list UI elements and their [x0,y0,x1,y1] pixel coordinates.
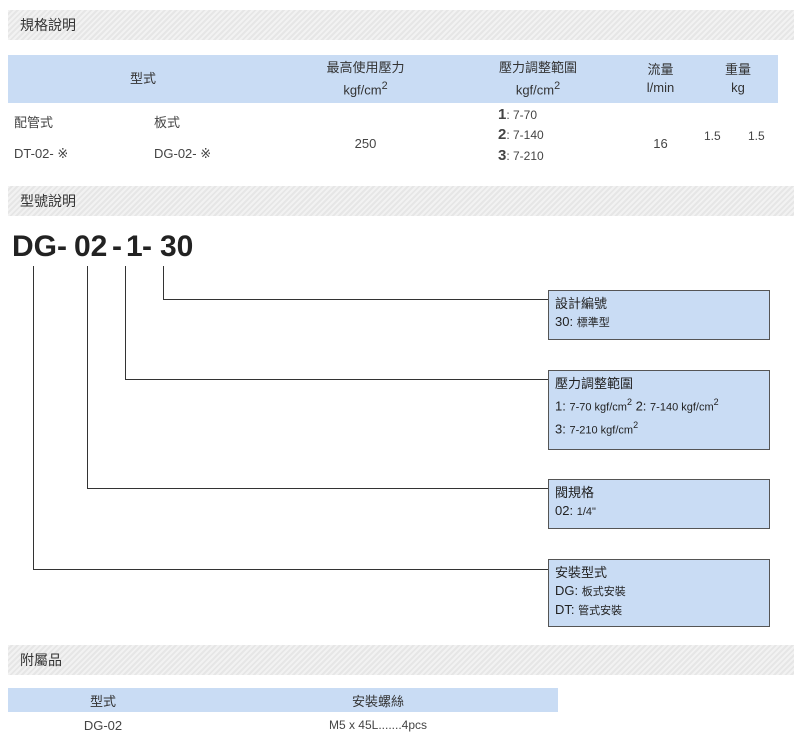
box-mount-k1: DG: [555,583,579,598]
connector-design-v [163,266,164,300]
box-size-val: 1/4" [576,506,596,518]
box-mount-type: 安裝型式 DG: 板式安裝 DT: 管式安裝 [548,559,770,627]
spec-cell-flow: 16 [653,135,668,151]
spec-plate-model: DG-02- ※ [154,146,212,161]
spec-cell-weight [698,103,778,183]
spec-cell-pressure-range [453,103,623,183]
box-design-title: 設計編號 [555,296,608,311]
model-code-design: 30 [160,230,194,263]
spec-weight-plate: 1.5 [748,129,765,143]
connector-design-h [163,299,548,300]
acc-cell-type: DG-02 [83,717,123,733]
model-code-dash-2: - [112,230,122,263]
box-pressure-v1: 7-70 kgf/cm [569,401,627,414]
spec-cell-max-pressure: 250 [354,135,377,151]
spec-range-2: 2: 7-140 [498,126,544,143]
connector-pressure-v [125,266,126,380]
spec-header-pressure-range: 壓力調整範圍 kgf/cm2 [453,55,623,103]
connector-size-v [87,266,88,489]
section-header-accessories: 附屬品 [8,645,794,675]
box-valve-size: 閥規格 02: 1/4" [548,479,770,529]
spec-header-max-pressure: 最高使用壓力 kgf/cm2 [278,55,453,103]
box-pressure-v2: 7-140 kgf/cm [650,401,714,414]
accessories-table: 型式 安裝螺絲 DG-02 M5 x 45L.......4pcs [8,688,558,738]
model-code-series: DG [12,230,57,263]
box-size-key: 02: [555,503,574,518]
box-pressure-k1: 1: [555,398,566,414]
box-mount-title: 安裝型式 [555,565,608,580]
box-size-title: 閥規格 [555,485,595,500]
connector-size-h [87,488,548,489]
spec-table: 型式 最高使用壓力 kgf/cm2 壓力調整範圍 kgf/cm2 流量 l/min… [8,55,778,183]
spec-header-type: 型式 [8,55,278,103]
box-pressure-title: 壓力調整範圍 [555,376,634,391]
box-design-val: 標準型 [576,317,610,329]
spec-pipe-model: DT-02- ※ [14,146,69,161]
model-code-size: 02 [74,230,108,263]
model-code-dash-1: - [57,230,67,263]
box-mount-v2: 管式安裝 [578,605,623,617]
connector-mount-h [33,569,548,570]
box-design-number: 設計編號 30: 標準型 [548,290,770,340]
spec-pipe-label: 配管式 [14,115,54,130]
box-mount-v1: 板式安裝 [581,586,626,598]
table-row: DG-02 M5 x 45L.......4pcs [8,712,558,738]
box-design-key: 30: [555,314,574,329]
spec-weight-pipe: 1.5 [704,129,721,143]
spec-range-3: 3: 7-210 [498,147,544,164]
spec-header-weight: 重量 kg [698,55,778,103]
connector-pressure-h [125,379,548,380]
section-header-spec: 規格說明 [8,10,794,40]
acc-header-type: 型式 [8,688,198,712]
section-header-model: 型號說明 [8,186,794,216]
acc-cell-screw: M5 x 45L.......4pcs [328,718,428,732]
box-pressure-k2: 2: [635,398,647,414]
spec-plate-label: 板式 [154,115,181,130]
box-pressure-range: 壓力調整範圍 1: 7-70 kgf/cm2 2: 7-140 kgf/cm2 … [548,370,770,450]
connector-mount-v [33,266,34,570]
box-mount-k2: DT: [555,602,575,617]
box-pressure-k3: 3: [555,421,566,437]
model-code-pressure: 1 [126,230,143,263]
spec-header-flow: 流量 l/min [623,55,698,103]
spec-range-1: 1: 7-70 [498,106,538,123]
acc-header-screw: 安裝螺絲 [198,688,558,712]
model-code-dash-3: - [142,230,152,263]
box-pressure-v3: 7-210 kgf/cm [569,424,634,437]
